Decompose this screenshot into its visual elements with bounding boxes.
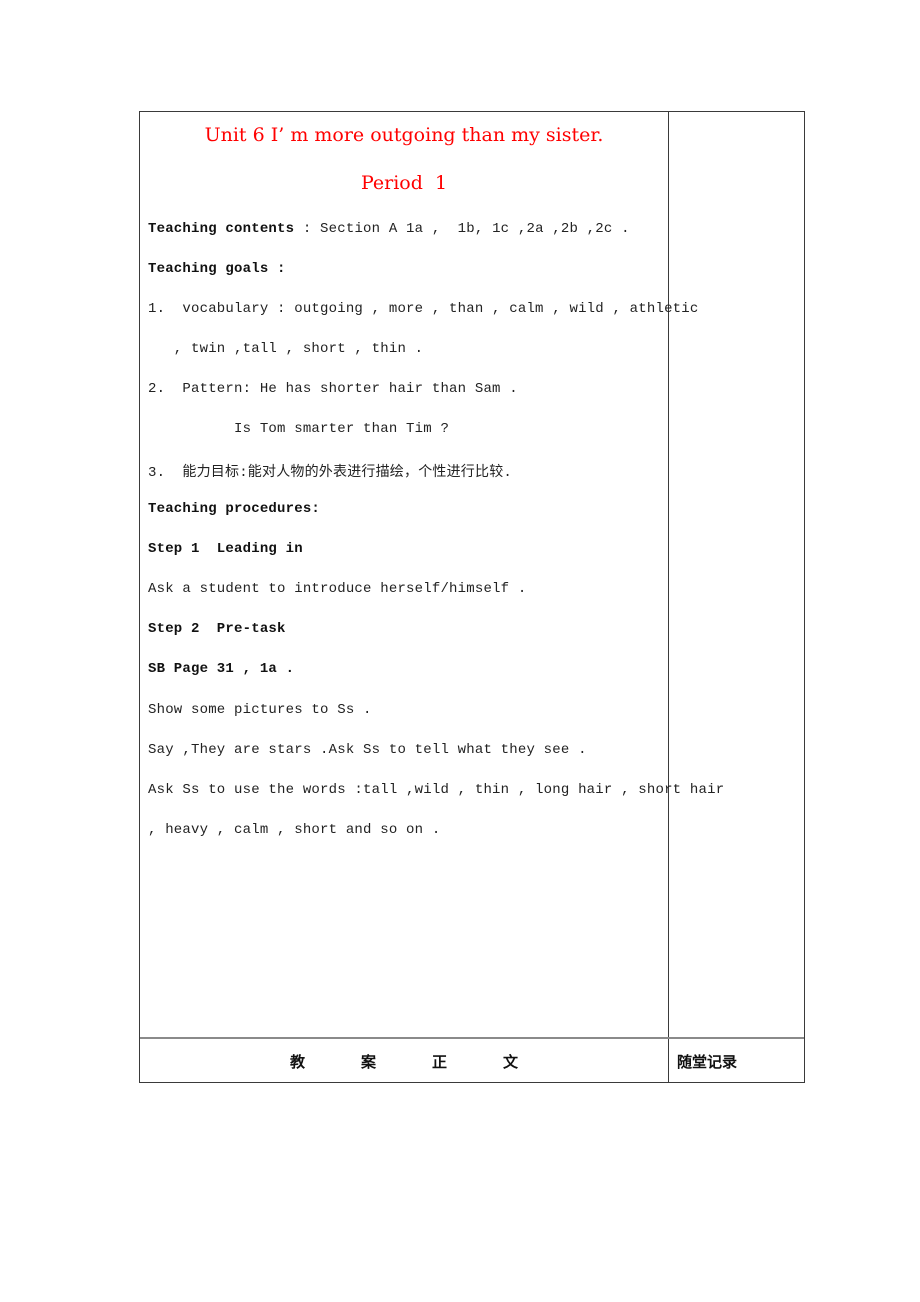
goal-3: 3. 能力目标:能对人物的外表进行描绘，个性进行比较. — [148, 465, 513, 481]
teaching-contents-label: Teaching contents — [148, 221, 295, 237]
goal-2-line-2: Is Tom smarter than Tim ? — [148, 421, 450, 437]
step-1-text: Ask a student to introduce herself/himse… — [148, 581, 527, 597]
teaching-contents-value: : Section A 1a , 1b, 1c ,2a ,2b ,2c . — [294, 221, 630, 237]
footer-char: 文 — [503, 1052, 519, 1071]
footer-main-label: 教 案 正 文 — [140, 1039, 668, 1083]
column-divider — [668, 112, 669, 1082]
step-2-line-2: Say ,They are stars .Ask Ss to tell what… — [148, 742, 587, 758]
teaching-procedures-label: Teaching procedures: — [148, 501, 321, 517]
goal-1-line-2: , twin ,tall , short , thin . — [148, 341, 424, 357]
teaching-contents: Teaching contents : Section A 1a , 1b, 1… — [148, 221, 630, 237]
lesson-title: Unit 6 I’ m more outgoing than my sister… — [204, 124, 604, 146]
footer-char: 教 — [289, 1052, 305, 1071]
footer-char: 正 — [432, 1052, 448, 1071]
step-1-heading: Step 1 Leading in — [148, 541, 303, 557]
footer-char: 案 — [360, 1052, 376, 1071]
lesson-content-cell: Unit 6 I’ m more outgoing than my sister… — [140, 112, 724, 1037]
step-2-line-4: , heavy , calm , short and so on . — [148, 822, 441, 838]
goal-1-line-1: 1. vocabulary : outgoing , more , than ,… — [148, 301, 699, 317]
step-2-heading: Step 2 Pre-task — [148, 621, 286, 637]
step-2-reference: SB Page 31 , 1a . — [148, 661, 295, 677]
lesson-period: Period 1 — [360, 172, 448, 194]
step-2-line-3: Ask Ss to use the words :tall ,wild , th… — [148, 782, 725, 798]
teaching-goals-label: Teaching goals : — [148, 261, 286, 277]
lesson-plan-table: Unit 6 I’ m more outgoing than my sister… — [139, 111, 805, 1083]
goal-2-line-1: 2. Pattern: He has shorter hair than Sam… — [148, 381, 518, 397]
footer-notes-label: 随堂记录 — [677, 1052, 738, 1071]
step-2-line-1: Show some pictures to Ss . — [148, 702, 372, 718]
